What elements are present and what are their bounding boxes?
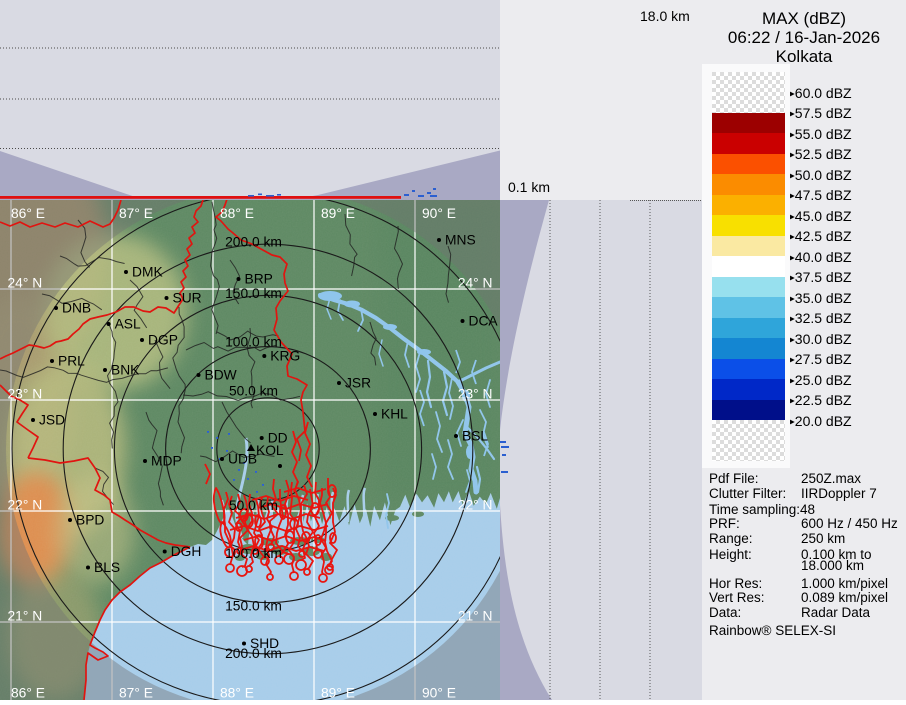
svg-text:150.0 km: 150.0 km [225,286,282,301]
svg-text:21° N: 21° N [458,609,493,624]
svg-text:MDP: MDP [151,454,182,469]
svg-text:BLS: BLS [94,560,120,575]
svg-text:23° N: 23° N [458,387,493,402]
svg-text:MNS: MNS [445,233,476,248]
svg-text:23° N: 23° N [8,387,43,402]
svg-text:JSR: JSR [345,376,371,391]
svg-text:BNK: BNK [111,363,140,378]
svg-text:KOL: KOL [256,443,284,458]
svg-text:22° N: 22° N [458,498,493,513]
svg-text:88° E: 88° E [220,206,254,221]
svg-text:ASL: ASL [115,317,141,332]
svg-text:24° N: 24° N [8,276,43,291]
svg-text:SHD: SHD [250,636,279,651]
svg-text:JSD: JSD [39,413,65,428]
svg-text:DGP: DGP [148,333,178,348]
svg-text:88° E: 88° E [220,686,254,701]
svg-text:100.0 km: 100.0 km [225,546,282,561]
svg-text:89° E: 89° E [321,206,355,221]
svg-text:87° E: 87° E [119,206,153,221]
svg-text:SUR: SUR [173,291,202,306]
svg-text:50.0 km: 50.0 km [229,384,278,399]
svg-text:90° E: 90° E [422,206,456,221]
svg-text:DNB: DNB [62,301,91,316]
svg-text:DMK: DMK [132,265,163,280]
svg-text:100.0 km: 100.0 km [225,335,282,350]
svg-text:87° E: 87° E [119,686,153,701]
svg-text:KHL: KHL [381,407,408,422]
svg-text:KRG: KRG [270,349,300,364]
svg-text:PRL: PRL [58,354,85,369]
svg-text:200.0 km: 200.0 km [225,235,282,250]
svg-text:DCA: DCA [469,314,499,329]
svg-text:24° N: 24° N [458,276,493,291]
svg-text:150.0 km: 150.0 km [225,599,282,614]
svg-text:21° N: 21° N [8,609,43,624]
svg-text:BDW: BDW [205,368,237,383]
svg-text:BRP: BRP [245,272,273,287]
svg-text:90° E: 90° E [422,686,456,701]
svg-text:50.0 km: 50.0 km [229,498,278,513]
svg-text:BSL: BSL [462,429,488,444]
svg-text:DGH: DGH [171,544,202,559]
svg-text:UDB: UDB [228,452,257,467]
svg-text:BPD: BPD [76,513,104,528]
svg-text:86° E: 86° E [11,686,45,701]
svg-text:86° E: 86° E [11,206,45,221]
svg-text:89° E: 89° E [321,686,355,701]
svg-text:22° N: 22° N [8,498,43,513]
